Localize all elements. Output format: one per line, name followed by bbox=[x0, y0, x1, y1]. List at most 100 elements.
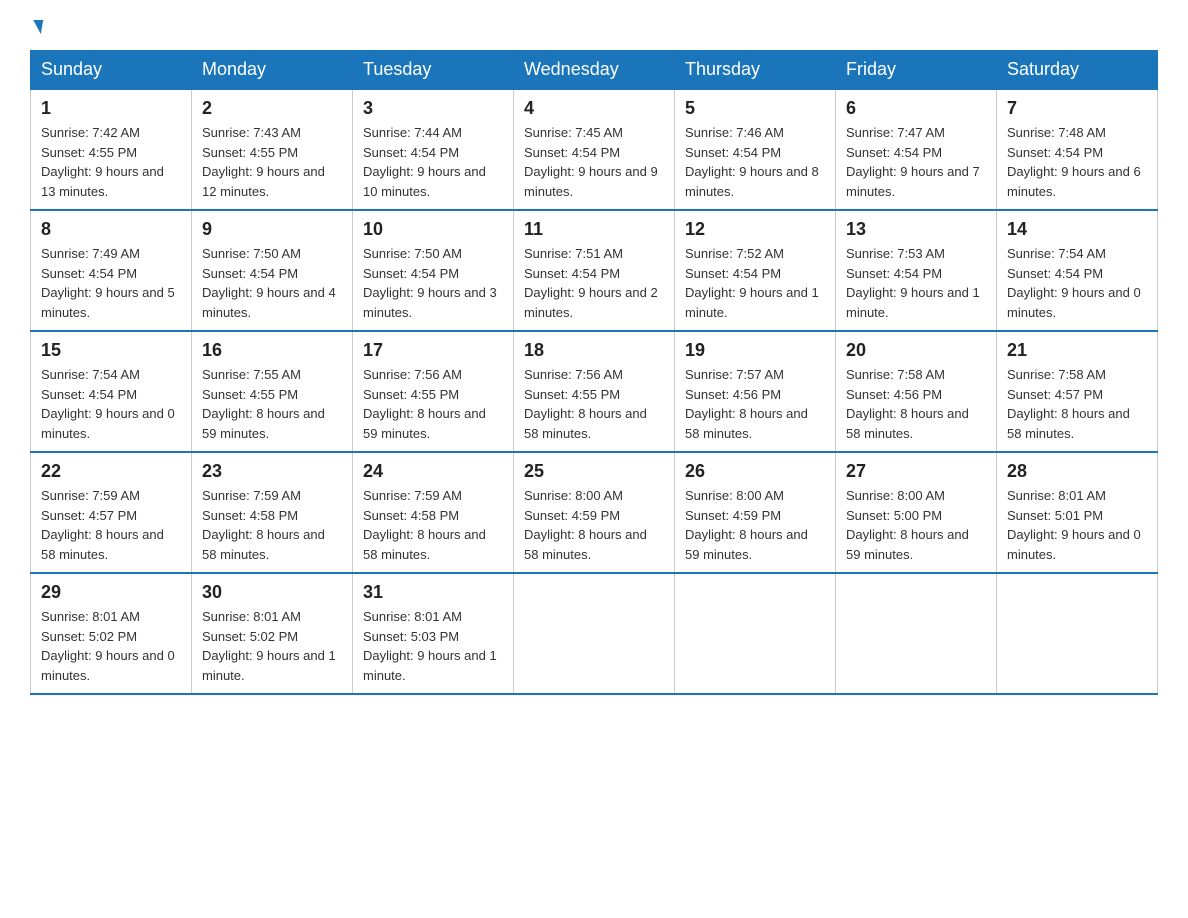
calendar-day-4: 4 Sunrise: 7:45 AM Sunset: 4:54 PM Dayli… bbox=[514, 89, 675, 210]
day-info: Sunrise: 7:56 AM Sunset: 4:55 PM Dayligh… bbox=[524, 365, 664, 443]
day-info: Sunrise: 7:47 AM Sunset: 4:54 PM Dayligh… bbox=[846, 123, 986, 201]
day-number: 5 bbox=[685, 98, 825, 119]
calendar-day-27: 27 Sunrise: 8:00 AM Sunset: 5:00 PM Dayl… bbox=[836, 452, 997, 573]
weekday-header-wednesday: Wednesday bbox=[514, 51, 675, 90]
day-info: Sunrise: 7:50 AM Sunset: 4:54 PM Dayligh… bbox=[202, 244, 342, 322]
logo bbox=[30, 20, 42, 34]
day-info: Sunrise: 7:59 AM Sunset: 4:58 PM Dayligh… bbox=[202, 486, 342, 564]
calendar-day-26: 26 Sunrise: 8:00 AM Sunset: 4:59 PM Dayl… bbox=[675, 452, 836, 573]
day-info: Sunrise: 7:50 AM Sunset: 4:54 PM Dayligh… bbox=[363, 244, 503, 322]
calendar-day-14: 14 Sunrise: 7:54 AM Sunset: 4:54 PM Dayl… bbox=[997, 210, 1158, 331]
calendar-day-2: 2 Sunrise: 7:43 AM Sunset: 4:55 PM Dayli… bbox=[192, 89, 353, 210]
day-number: 2 bbox=[202, 98, 342, 119]
weekday-header-thursday: Thursday bbox=[675, 51, 836, 90]
day-number: 6 bbox=[846, 98, 986, 119]
calendar-day-22: 22 Sunrise: 7:59 AM Sunset: 4:57 PM Dayl… bbox=[31, 452, 192, 573]
empty-cell bbox=[836, 573, 997, 694]
page-header bbox=[30, 20, 1158, 34]
calendar-day-1: 1 Sunrise: 7:42 AM Sunset: 4:55 PM Dayli… bbox=[31, 89, 192, 210]
calendar-day-20: 20 Sunrise: 7:58 AM Sunset: 4:56 PM Dayl… bbox=[836, 331, 997, 452]
day-number: 9 bbox=[202, 219, 342, 240]
calendar-day-31: 31 Sunrise: 8:01 AM Sunset: 5:03 PM Dayl… bbox=[353, 573, 514, 694]
day-number: 4 bbox=[524, 98, 664, 119]
day-info: Sunrise: 8:01 AM Sunset: 5:02 PM Dayligh… bbox=[202, 607, 342, 685]
day-info: Sunrise: 7:52 AM Sunset: 4:54 PM Dayligh… bbox=[685, 244, 825, 322]
calendar-day-3: 3 Sunrise: 7:44 AM Sunset: 4:54 PM Dayli… bbox=[353, 89, 514, 210]
calendar-day-30: 30 Sunrise: 8:01 AM Sunset: 5:02 PM Dayl… bbox=[192, 573, 353, 694]
day-info: Sunrise: 7:43 AM Sunset: 4:55 PM Dayligh… bbox=[202, 123, 342, 201]
calendar-week-1: 1 Sunrise: 7:42 AM Sunset: 4:55 PM Dayli… bbox=[31, 89, 1158, 210]
day-number: 15 bbox=[41, 340, 181, 361]
weekday-header-monday: Monday bbox=[192, 51, 353, 90]
day-info: Sunrise: 8:00 AM Sunset: 5:00 PM Dayligh… bbox=[846, 486, 986, 564]
day-info: Sunrise: 7:51 AM Sunset: 4:54 PM Dayligh… bbox=[524, 244, 664, 322]
calendar-day-10: 10 Sunrise: 7:50 AM Sunset: 4:54 PM Dayl… bbox=[353, 210, 514, 331]
day-info: Sunrise: 7:49 AM Sunset: 4:54 PM Dayligh… bbox=[41, 244, 181, 322]
day-info: Sunrise: 7:55 AM Sunset: 4:55 PM Dayligh… bbox=[202, 365, 342, 443]
day-info: Sunrise: 8:01 AM Sunset: 5:03 PM Dayligh… bbox=[363, 607, 503, 685]
calendar-day-28: 28 Sunrise: 8:01 AM Sunset: 5:01 PM Dayl… bbox=[997, 452, 1158, 573]
day-info: Sunrise: 7:44 AM Sunset: 4:54 PM Dayligh… bbox=[363, 123, 503, 201]
day-number: 21 bbox=[1007, 340, 1147, 361]
calendar-week-3: 15 Sunrise: 7:54 AM Sunset: 4:54 PM Dayl… bbox=[31, 331, 1158, 452]
day-number: 24 bbox=[363, 461, 503, 482]
calendar-day-15: 15 Sunrise: 7:54 AM Sunset: 4:54 PM Dayl… bbox=[31, 331, 192, 452]
calendar-day-5: 5 Sunrise: 7:46 AM Sunset: 4:54 PM Dayli… bbox=[675, 89, 836, 210]
day-info: Sunrise: 7:54 AM Sunset: 4:54 PM Dayligh… bbox=[1007, 244, 1147, 322]
weekday-header-tuesday: Tuesday bbox=[353, 51, 514, 90]
day-number: 22 bbox=[41, 461, 181, 482]
day-number: 31 bbox=[363, 582, 503, 603]
calendar-day-13: 13 Sunrise: 7:53 AM Sunset: 4:54 PM Dayl… bbox=[836, 210, 997, 331]
day-info: Sunrise: 7:45 AM Sunset: 4:54 PM Dayligh… bbox=[524, 123, 664, 201]
day-number: 12 bbox=[685, 219, 825, 240]
calendar-day-23: 23 Sunrise: 7:59 AM Sunset: 4:58 PM Dayl… bbox=[192, 452, 353, 573]
day-info: Sunrise: 7:57 AM Sunset: 4:56 PM Dayligh… bbox=[685, 365, 825, 443]
calendar-day-7: 7 Sunrise: 7:48 AM Sunset: 4:54 PM Dayli… bbox=[997, 89, 1158, 210]
calendar-table: SundayMondayTuesdayWednesdayThursdayFrid… bbox=[30, 50, 1158, 695]
day-number: 11 bbox=[524, 219, 664, 240]
day-number: 3 bbox=[363, 98, 503, 119]
day-info: Sunrise: 8:00 AM Sunset: 4:59 PM Dayligh… bbox=[524, 486, 664, 564]
calendar-day-18: 18 Sunrise: 7:56 AM Sunset: 4:55 PM Dayl… bbox=[514, 331, 675, 452]
calendar-day-11: 11 Sunrise: 7:51 AM Sunset: 4:54 PM Dayl… bbox=[514, 210, 675, 331]
calendar-day-19: 19 Sunrise: 7:57 AM Sunset: 4:56 PM Dayl… bbox=[675, 331, 836, 452]
calendar-day-24: 24 Sunrise: 7:59 AM Sunset: 4:58 PM Dayl… bbox=[353, 452, 514, 573]
weekday-header-sunday: Sunday bbox=[31, 51, 192, 90]
day-number: 19 bbox=[685, 340, 825, 361]
day-info: Sunrise: 7:54 AM Sunset: 4:54 PM Dayligh… bbox=[41, 365, 181, 443]
calendar-day-12: 12 Sunrise: 7:52 AM Sunset: 4:54 PM Dayl… bbox=[675, 210, 836, 331]
day-info: Sunrise: 7:48 AM Sunset: 4:54 PM Dayligh… bbox=[1007, 123, 1147, 201]
empty-cell bbox=[514, 573, 675, 694]
day-info: Sunrise: 7:56 AM Sunset: 4:55 PM Dayligh… bbox=[363, 365, 503, 443]
day-number: 17 bbox=[363, 340, 503, 361]
day-info: Sunrise: 7:42 AM Sunset: 4:55 PM Dayligh… bbox=[41, 123, 181, 201]
day-number: 13 bbox=[846, 219, 986, 240]
day-number: 26 bbox=[685, 461, 825, 482]
day-info: Sunrise: 7:59 AM Sunset: 4:58 PM Dayligh… bbox=[363, 486, 503, 564]
day-number: 10 bbox=[363, 219, 503, 240]
day-number: 18 bbox=[524, 340, 664, 361]
day-info: Sunrise: 8:01 AM Sunset: 5:01 PM Dayligh… bbox=[1007, 486, 1147, 564]
empty-cell bbox=[675, 573, 836, 694]
day-number: 20 bbox=[846, 340, 986, 361]
day-number: 23 bbox=[202, 461, 342, 482]
day-info: Sunrise: 8:00 AM Sunset: 4:59 PM Dayligh… bbox=[685, 486, 825, 564]
day-info: Sunrise: 7:59 AM Sunset: 4:57 PM Dayligh… bbox=[41, 486, 181, 564]
day-number: 1 bbox=[41, 98, 181, 119]
day-number: 14 bbox=[1007, 219, 1147, 240]
calendar-day-21: 21 Sunrise: 7:58 AM Sunset: 4:57 PM Dayl… bbox=[997, 331, 1158, 452]
calendar-day-8: 8 Sunrise: 7:49 AM Sunset: 4:54 PM Dayli… bbox=[31, 210, 192, 331]
day-info: Sunrise: 7:58 AM Sunset: 4:57 PM Dayligh… bbox=[1007, 365, 1147, 443]
calendar-day-29: 29 Sunrise: 8:01 AM Sunset: 5:02 PM Dayl… bbox=[31, 573, 192, 694]
day-info: Sunrise: 7:46 AM Sunset: 4:54 PM Dayligh… bbox=[685, 123, 825, 201]
calendar-week-2: 8 Sunrise: 7:49 AM Sunset: 4:54 PM Dayli… bbox=[31, 210, 1158, 331]
day-info: Sunrise: 7:58 AM Sunset: 4:56 PM Dayligh… bbox=[846, 365, 986, 443]
day-number: 29 bbox=[41, 582, 181, 603]
day-info: Sunrise: 8:01 AM Sunset: 5:02 PM Dayligh… bbox=[41, 607, 181, 685]
calendar-week-4: 22 Sunrise: 7:59 AM Sunset: 4:57 PM Dayl… bbox=[31, 452, 1158, 573]
day-number: 25 bbox=[524, 461, 664, 482]
logo-arrow-icon bbox=[31, 20, 43, 34]
day-number: 28 bbox=[1007, 461, 1147, 482]
calendar-day-6: 6 Sunrise: 7:47 AM Sunset: 4:54 PM Dayli… bbox=[836, 89, 997, 210]
day-info: Sunrise: 7:53 AM Sunset: 4:54 PM Dayligh… bbox=[846, 244, 986, 322]
